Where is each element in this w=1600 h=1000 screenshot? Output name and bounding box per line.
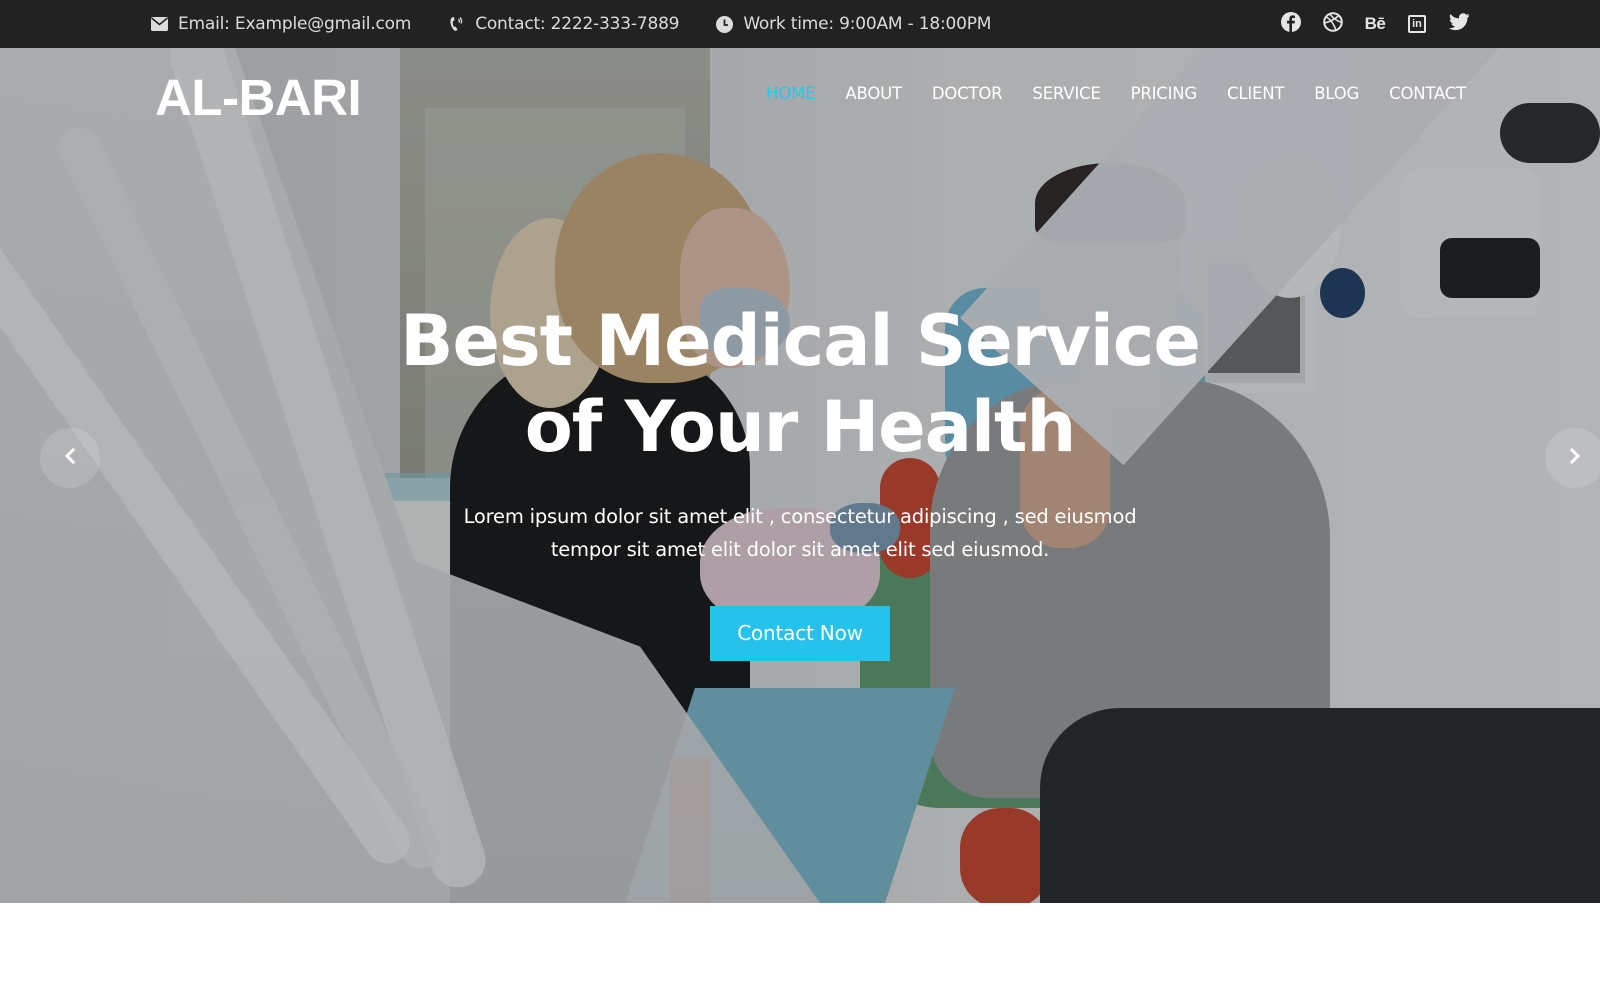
linkedin-link[interactable]: in <box>1406 13 1428 35</box>
hero-subtitle-line-2: tempor sit amet elit dolor sit amet elit… <box>550 538 1050 561</box>
twitter-link[interactable] <box>1448 13 1470 35</box>
email-text: Email: Example@gmail.com <box>178 14 412 34</box>
dribbble-link[interactable] <box>1322 12 1344 36</box>
work-hours-text: Work time: 9:00AM - 18:00PM <box>743 14 992 34</box>
nav-blog[interactable]: BLOG <box>1314 84 1359 103</box>
behance-icon: Bē <box>1364 14 1386 33</box>
hero-subtitle: Lorem ipsum dolor sit amet elit , consec… <box>0 500 1600 566</box>
phone-icon <box>447 15 465 33</box>
contact-now-button[interactable]: Contact Now <box>710 606 890 661</box>
chevron-left-icon <box>64 447 76 468</box>
envelope-icon <box>150 15 168 33</box>
slider-next-button[interactable] <box>1545 428 1600 488</box>
chevron-right-icon <box>1569 447 1581 468</box>
clock-icon <box>715 15 733 33</box>
linkedin-glyph: in <box>1412 17 1422 30</box>
behance-link[interactable]: Bē <box>1364 13 1386 35</box>
next-section <box>0 903 1600 1000</box>
phone-text: Contact: 2222-333-7889 <box>475 14 680 34</box>
facebook-link[interactable] <box>1280 12 1302 36</box>
slider-prev-button[interactable] <box>40 428 100 488</box>
phone-info: Contact: 2222-333-7889 <box>447 14 680 34</box>
nav-about[interactable]: ABOUT <box>845 84 902 103</box>
social-links: Bē in <box>1260 0 1470 48</box>
hero-title-line-1: Best Medical Service <box>400 300 1201 382</box>
main-nav: HOME ABOUT DOCTOR SERVICE PRICING CLIENT… <box>736 84 1466 103</box>
nav-pricing[interactable]: PRICING <box>1131 84 1198 103</box>
nav-service[interactable]: SERVICE <box>1032 84 1100 103</box>
nav-doctor[interactable]: DOCTOR <box>932 84 1003 103</box>
contact-info-list: Email: Example@gmail.com Contact: 2222-3… <box>150 0 1027 48</box>
nav-client[interactable]: CLIENT <box>1227 84 1284 103</box>
facebook-icon <box>1281 12 1301 36</box>
hero-content: Best Medical Service of Your Health Lore… <box>0 298 1600 661</box>
twitter-icon <box>1448 13 1470 35</box>
site-logo[interactable]: AL-BARI <box>155 68 362 127</box>
hero-title-line-2: of Your Health <box>524 386 1077 468</box>
hero-subtitle-line-1: Lorem ipsum dolor sit amet elit , consec… <box>463 505 1137 528</box>
nav-home[interactable]: HOME <box>766 84 815 103</box>
dribbble-icon <box>1323 12 1343 36</box>
work-hours-info: Work time: 9:00AM - 18:00PM <box>715 14 991 34</box>
hero-slider: AL-BARI HOME ABOUT DOCTOR SERVICE PRICIN… <box>0 48 1600 903</box>
email-info: Email: Example@gmail.com <box>150 14 411 34</box>
linkedin-icon: in <box>1408 15 1426 33</box>
nav-contact[interactable]: CONTACT <box>1389 84 1466 103</box>
hero-title: Best Medical Service of Your Health <box>0 298 1600 470</box>
top-info-bar: Email: Example@gmail.com Contact: 2222-3… <box>0 0 1600 48</box>
